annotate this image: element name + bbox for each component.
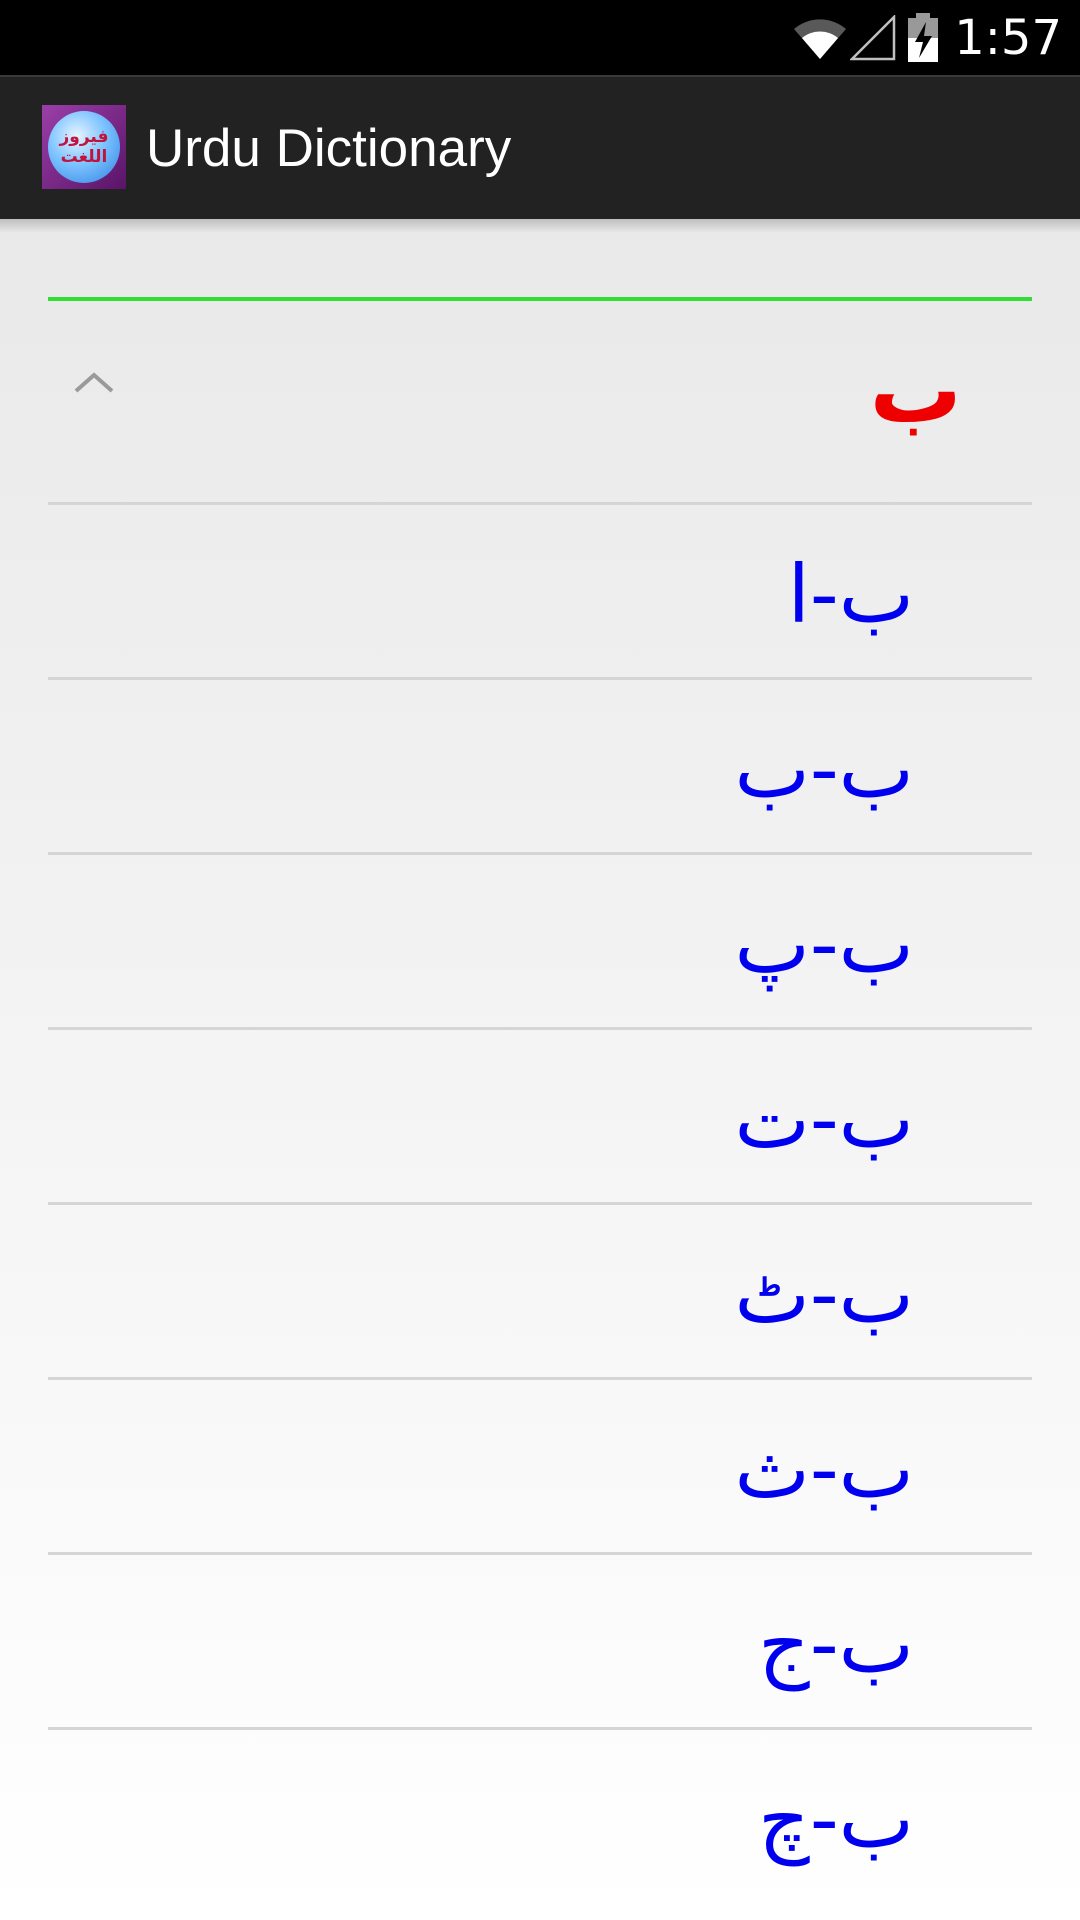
app-title: Urdu Dictionary: [146, 119, 512, 178]
list-item-label: ب-ج: [758, 1598, 914, 1691]
chevron-up-icon[interactable]: [70, 359, 118, 407]
list-item[interactable]: ب-ٹ: [48, 1205, 1032, 1380]
signal-icon: [850, 14, 896, 60]
battery-charging-icon: [908, 12, 939, 62]
app-icon-text-top: فیروز: [59, 127, 109, 147]
app-icon-disc: فیروز اللغت: [48, 111, 120, 183]
list-item[interactable]: ب-ب: [48, 680, 1032, 855]
list-item-label: ب-ا: [787, 548, 914, 641]
list-item-label: ب-پ: [734, 898, 915, 991]
wifi-icon: [794, 18, 847, 59]
list-item-label: ب-ث: [734, 1423, 915, 1516]
list-item-label: ب-ب: [734, 723, 915, 816]
status-icons: 1:57: [792, 0, 1062, 75]
list-item-label: ب-چ: [758, 1773, 914, 1866]
list-item[interactable]: ب-ث: [48, 1380, 1032, 1555]
app-icon[interactable]: فیروز اللغت: [42, 105, 126, 189]
list-item-label: ب-ت: [734, 1073, 915, 1166]
group-header[interactable]: ب: [48, 301, 1032, 505]
clock: 1:57: [954, 9, 1062, 66]
action-bar-shadow: [0, 219, 1080, 233]
list-item[interactable]: ب-ت: [48, 1030, 1032, 1205]
dictionary-list[interactable]: ب ب-ا ب-ب ب-پ ب-ت ب-ٹ ب-ث ب-ج ب-چ: [0, 219, 1080, 1920]
status-bar: 1:57: [0, 0, 1080, 75]
app-icon-text-bottom: اللغت: [60, 147, 108, 167]
group-letter: ب: [869, 337, 962, 444]
list-item[interactable]: ب-چ: [48, 1730, 1032, 1905]
list-item[interactable]: ب-ج: [48, 1555, 1032, 1730]
list-item-label: ب-ٹ: [734, 1248, 915, 1341]
action-bar: فیروز اللغت Urdu Dictionary: [0, 75, 1080, 219]
list-item[interactable]: ب-پ: [48, 855, 1032, 1030]
list-item[interactable]: ب-ا: [48, 505, 1032, 680]
